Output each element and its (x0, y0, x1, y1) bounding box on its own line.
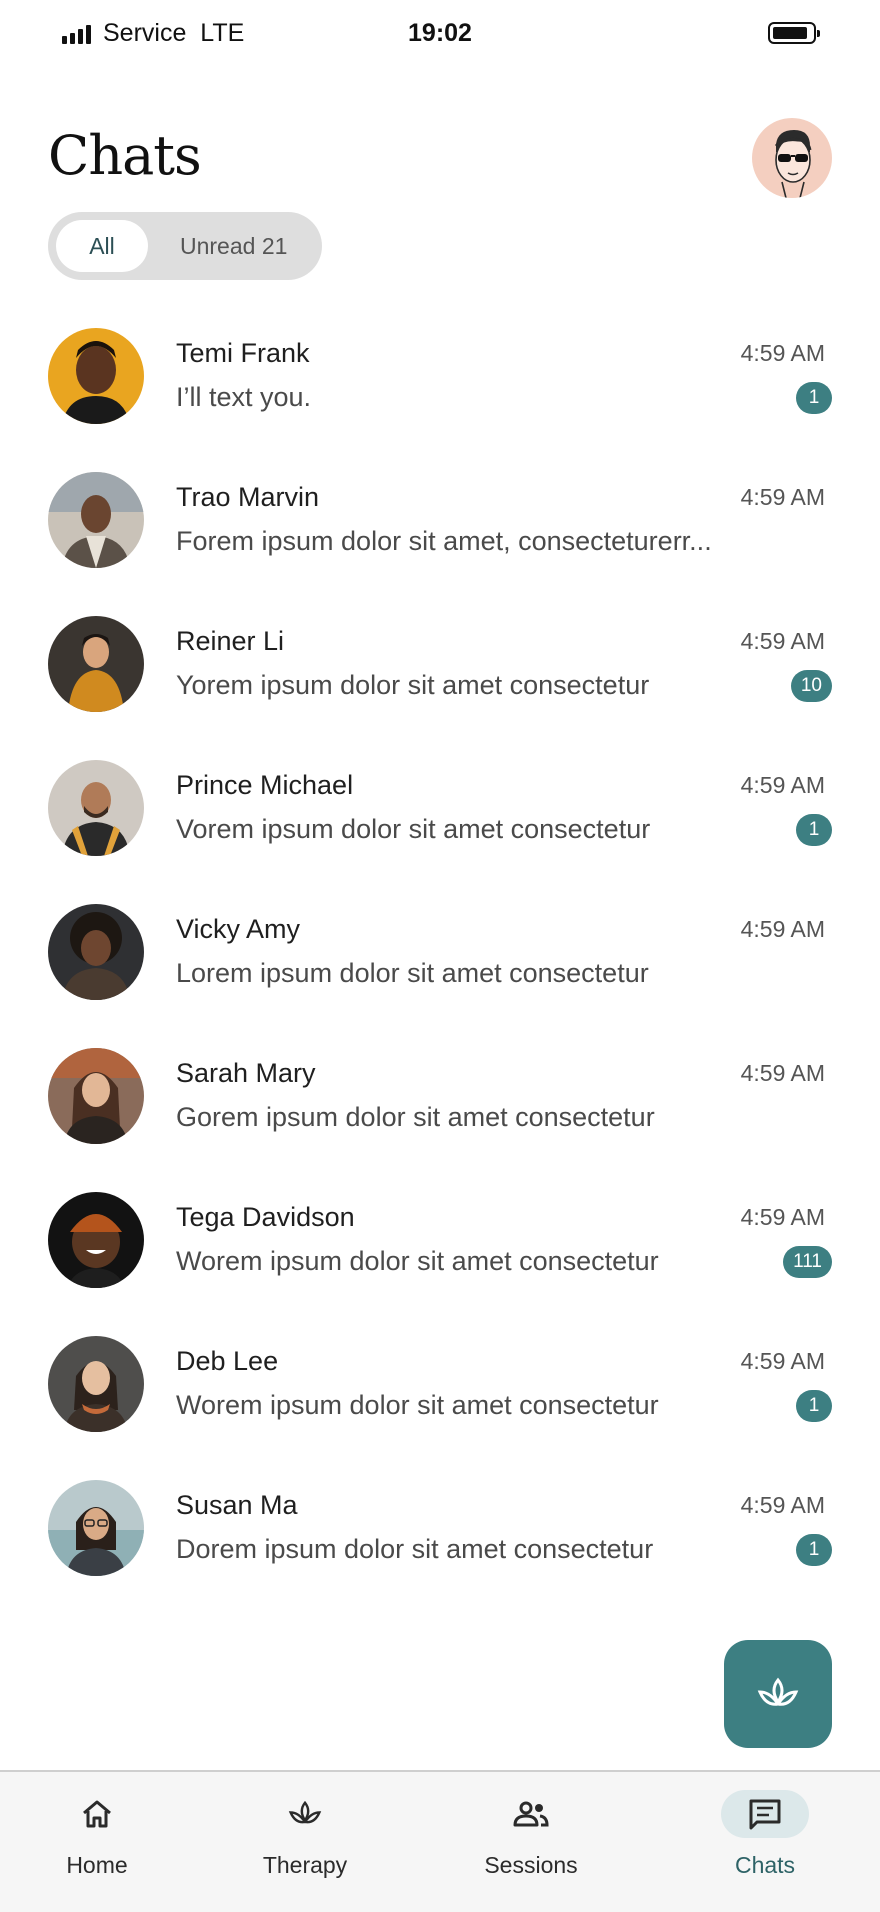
unread-badge: 1 (796, 382, 832, 414)
bottom-navigation: Home Therapy Sessions Chats (0, 1770, 880, 1912)
avatar (48, 616, 144, 712)
filter-all-tab[interactable]: All (56, 220, 148, 272)
chat-name: Reiner Li (176, 626, 285, 656)
chat-name: Vicky Amy (176, 914, 301, 944)
chat-name: Susan Ma (176, 1490, 298, 1520)
unread-badge: 111 (783, 1246, 832, 1278)
chat-preview: Dorem ipsum dolor sit amet consectetur (176, 1534, 654, 1564)
new-therapy-fab[interactable] (724, 1640, 832, 1748)
chat-row[interactable]: Vicky Amy Lorem ipsum dolor sit amet con… (0, 892, 880, 1036)
chat-time: 4:59 AM (740, 1348, 825, 1374)
avatar (48, 904, 144, 1000)
chat-time: 4:59 AM (740, 1204, 825, 1230)
chat-preview: Vorem ipsum dolor sit amet consectetur (176, 814, 651, 844)
nav-home[interactable]: Home (22, 1790, 172, 1900)
chat-preview: Worem ipsum dolor sit amet consectetur (176, 1246, 659, 1276)
status-bar: Service LTE 19:02 (0, 0, 880, 68)
people-icon (487, 1790, 575, 1838)
chat-row[interactable]: Deb Lee Worem ipsum dolor sit amet conse… (0, 1324, 880, 1468)
nav-label: Home (66, 1852, 128, 1878)
chat-time: 4:59 AM (740, 916, 825, 942)
chat-name: Sarah Mary (176, 1058, 316, 1088)
chat-filter: All Unread 21 (48, 212, 322, 280)
filter-unread-tab[interactable]: Unread 21 (180, 220, 287, 272)
chat-time: 4:59 AM (740, 484, 825, 510)
chat-icon (721, 1790, 809, 1838)
avatar (48, 1336, 144, 1432)
chat-row[interactable]: Sarah Mary Gorem ipsum dolor sit amet co… (0, 1036, 880, 1180)
nav-label: Sessions (484, 1852, 578, 1878)
profile-avatar[interactable] (752, 118, 832, 198)
cartoon-avatar-icon (774, 130, 812, 198)
avatar (48, 328, 144, 424)
chat-name: Prince Michael (176, 770, 354, 800)
lotus-icon (261, 1790, 349, 1838)
nav-sessions[interactable]: Sessions (456, 1790, 606, 1900)
nav-therapy[interactable]: Therapy (230, 1790, 380, 1900)
nav-label: Chats (734, 1852, 796, 1878)
chat-row[interactable]: Temi Frank I’ll text you. 4:59 AM 1 (0, 316, 880, 460)
chat-preview: Forem ipsum dolor sit amet, consecteture… (176, 526, 712, 556)
battery-icon (768, 22, 820, 44)
chat-preview: Lorem ipsum dolor sit amet consectetur (176, 958, 649, 988)
page-title: Chats (48, 124, 202, 187)
avatar (48, 1192, 144, 1288)
chat-time: 4:59 AM (740, 1492, 825, 1518)
chat-time: 4:59 AM (740, 628, 825, 654)
chat-time: 4:59 AM (740, 1060, 825, 1086)
unread-badge: 1 (796, 814, 832, 846)
chat-time: 4:59 AM (740, 772, 825, 798)
status-time: 19:02 (408, 19, 472, 47)
chat-name: Temi Frank (176, 338, 310, 368)
unread-badge: 1 (796, 1390, 832, 1422)
nav-chats[interactable]: Chats (690, 1790, 840, 1900)
chat-preview: Yorem ipsum dolor sit amet consectetur (176, 670, 650, 700)
chat-name: Deb Lee (176, 1346, 279, 1376)
chat-time: 4:59 AM (740, 340, 825, 366)
avatar (48, 1480, 144, 1576)
chat-preview: Gorem ipsum dolor sit amet consectetur (176, 1102, 655, 1132)
chat-name: Tega Davidson (176, 1202, 355, 1232)
avatar (48, 1048, 144, 1144)
lotus-icon (757, 1677, 799, 1706)
chat-name: Trao Marvin (176, 482, 320, 512)
avatar (48, 760, 144, 856)
nav-label: Therapy (262, 1852, 348, 1878)
avatar (48, 472, 144, 568)
chat-row[interactable]: Trao Marvin Forem ipsum dolor sit amet, … (0, 460, 880, 604)
chat-row[interactable]: Tega Davidson Worem ipsum dolor sit amet… (0, 1180, 880, 1324)
unread-badge: 10 (790, 670, 832, 702)
chat-row[interactable]: Prince Michael Vorem ipsum dolor sit ame… (0, 748, 880, 892)
chat-row[interactable]: Susan Ma Dorem ipsum dolor sit amet cons… (0, 1468, 880, 1612)
chat-preview: Worem ipsum dolor sit amet consectetur (176, 1390, 659, 1420)
chat-preview: I’ll text you. (176, 382, 312, 412)
unread-badge: 1 (796, 1534, 832, 1566)
home-icon (53, 1790, 141, 1838)
chat-row[interactable]: Reiner Li Yorem ipsum dolor sit amet con… (0, 604, 880, 748)
